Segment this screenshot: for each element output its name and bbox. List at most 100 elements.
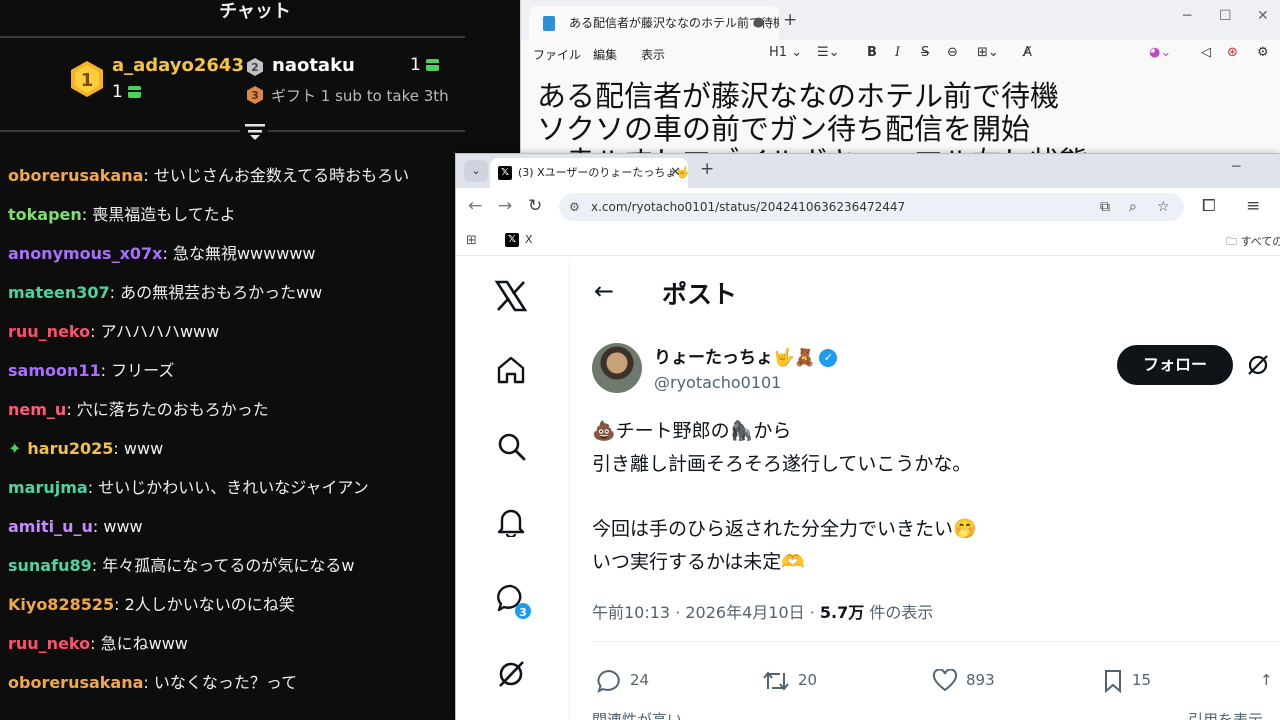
bold-icon[interactable]: B: [867, 45, 877, 60]
minimize-icon[interactable]: ─: [1183, 8, 1191, 24]
chat-message: samoon11: フリーズ: [8, 358, 468, 397]
chat-message: marujma: せいじかわいい、きれいなジャイアン: [8, 475, 468, 514]
messages-icon[interactable]: [496, 583, 526, 613]
chat-username[interactable]: sunafu89: [8, 556, 92, 575]
new-tab-icon[interactable]: +: [700, 159, 714, 179]
notifications-bell-icon[interactable]: [496, 507, 526, 537]
install-app-icon[interactable]: ⧉: [1100, 193, 1110, 221]
extensions-icon[interactable]: ⧠: [1202, 196, 1216, 216]
chat-username[interactable]: Kiyo828525: [8, 595, 114, 614]
tab-close-icon[interactable]: ✕: [670, 158, 681, 188]
chat-username[interactable]: nem_u: [8, 400, 66, 419]
close-icon[interactable]: ✕: [1257, 8, 1269, 24]
chat-text: www: [123, 439, 164, 458]
profile-icon[interactable]: ⊛: [1227, 45, 1238, 60]
chat-message: ruu_neko: 急にねwww: [8, 631, 468, 670]
reply-button[interactable]: 24: [596, 665, 649, 695]
chat-username[interactable]: haru2025: [27, 439, 113, 458]
chat-message: anonymous_x07x: 急な無視wwwwww: [8, 241, 468, 280]
chat-username[interactable]: mateen307: [8, 283, 110, 302]
reply-icon: [597, 669, 620, 693]
bookmark-count: 15: [1132, 671, 1152, 689]
home-icon[interactable]: [496, 355, 526, 385]
follow-button[interactable]: フォロー: [1117, 345, 1233, 385]
tab-search-icon[interactable]: ⌄: [464, 160, 488, 182]
like-button[interactable]: 893: [932, 665, 995, 695]
menu-edit[interactable]: 編集: [593, 46, 617, 63]
notepad-icon: [543, 16, 555, 31]
share-icon[interactable]: ↑: [1260, 665, 1273, 695]
leader-2-name[interactable]: naotaku: [272, 55, 355, 76]
view-label: 件の表示: [864, 603, 934, 622]
chat-message: Kiyo828525: 2人しかいないのにね笑: [8, 592, 468, 631]
chat-username[interactable]: amiti_u_u: [8, 517, 93, 536]
browser-tab-title: (3) Xユーザーのりょーたっちょ🤟🧸さん: [518, 166, 688, 179]
link-icon[interactable]: ⊖: [947, 45, 958, 60]
list-icon[interactable]: ☰⌄: [817, 45, 840, 60]
apps-grid-icon[interactable]: ⊞: [466, 233, 477, 248]
chat-username[interactable]: marujma: [8, 478, 88, 497]
repost-button[interactable]: 20: [762, 665, 817, 695]
clear-format-icon[interactable]: A̸: [1023, 45, 1032, 60]
chat-username[interactable]: oborerusakana: [8, 166, 143, 185]
x-bookmark-icon[interactable]: 𝕏: [505, 233, 519, 247]
sort-replies-label[interactable]: 関連性が高い: [592, 709, 682, 720]
chat-username[interactable]: oborerusakana: [8, 673, 143, 692]
chat-message: oborerusakana: せいじさんお金数えてる時おもろい: [8, 163, 468, 202]
leader-1-count: 1: [112, 82, 142, 102]
avatar[interactable]: [592, 343, 642, 393]
italic-icon[interactable]: I: [895, 45, 900, 60]
search-icon[interactable]: [496, 431, 526, 461]
announce-icon[interactable]: ◁: [1201, 45, 1211, 60]
repost-count: 20: [798, 671, 818, 689]
reading-list-icon[interactable]: ≡: [1246, 196, 1260, 216]
chat-text: 急な無視wwwwww: [172, 244, 316, 263]
user-handle[interactable]: @ryotacho0101: [654, 373, 781, 392]
maximize-icon[interactable]: ☐: [1219, 8, 1232, 24]
reload-icon[interactable]: ↻: [528, 196, 542, 216]
heading-select[interactable]: H1 ⌄: [769, 45, 802, 60]
table-icon[interactable]: ⊞⌄: [977, 45, 999, 60]
new-tab-icon[interactable]: +: [783, 10, 797, 30]
chat-username[interactable]: anonymous_x07x: [8, 244, 162, 263]
grok-icon[interactable]: [496, 659, 526, 689]
all-bookmarks-folder[interactable]: 🗀 すべての: [1226, 233, 1280, 252]
chat-username[interactable]: ruu_neko: [8, 634, 90, 653]
chat-username[interactable]: samoon11: [8, 361, 101, 380]
copilot-icon[interactable]: ◕⌄: [1149, 45, 1171, 60]
menu-view[interactable]: 表示: [641, 46, 665, 63]
bookmark-button[interactable]: 15: [1102, 665, 1151, 695]
chat-colon: :: [66, 400, 77, 419]
settings-gear-icon[interactable]: ⚙: [1257, 45, 1269, 60]
chat-message: oborerusakana: いなくなった？って: [8, 670, 468, 709]
view-quotes-link[interactable]: 引用を表示: [1188, 709, 1263, 720]
gift-icon: [128, 86, 142, 98]
browser-tab[interactable]: 𝕏 (3) Xユーザーのりょーたっちょ🤟🧸さん ✕: [490, 158, 688, 188]
tab-close-icon[interactable]: ●: [753, 6, 764, 40]
editor-line: ある配信者が藤沢ななのホテル前で待機: [537, 79, 1060, 113]
menu-file[interactable]: ファイル: [533, 46, 581, 63]
leader-2-count: 1: [410, 55, 440, 75]
leader-1-name[interactable]: a_adayo2643: [112, 55, 244, 76]
editor-tab[interactable]: ある配信者が藤沢ななのホテル前で待機 ●: [529, 6, 779, 40]
filter-icon[interactable]: [244, 121, 266, 141]
rank-3-number: 3: [251, 89, 259, 102]
forward-icon[interactable]: →: [498, 196, 512, 216]
back-arrow-icon[interactable]: ←: [594, 277, 614, 305]
minimize-icon[interactable]: ─: [1232, 159, 1240, 175]
address-bar[interactable]: ⚙ x.com/ryotacho0101/status/204241063623…: [559, 193, 1184, 221]
grok-explain-icon[interactable]: [1246, 353, 1270, 377]
editor-menubar: ファイル 編集 表示 H1 ⌄ ☰⌄ B I S ⊖ ⊞⌄ A̸ ◕⌄ ◁ ⊛ …: [521, 40, 1280, 68]
chat-username[interactable]: ruu_neko: [8, 322, 90, 341]
zoom-icon[interactable]: ⌕: [1129, 193, 1137, 221]
x-bookmark-label[interactable]: X: [525, 233, 533, 246]
chat-username[interactable]: tokapen: [8, 205, 82, 224]
star-icon[interactable]: ☆: [1157, 193, 1170, 221]
back-icon[interactable]: ←: [468, 196, 482, 216]
display-name[interactable]: りょーたっちょ🤟🧸 ✓: [654, 343, 838, 368]
strikethrough-icon[interactable]: S: [921, 45, 929, 60]
sparkle-badge-icon: ✦: [8, 439, 22, 458]
post-timestamp[interactable]: 午前10:13 · 2026年4月10日 ·: [592, 603, 820, 622]
x-logo-icon[interactable]: [494, 279, 528, 313]
site-info-icon[interactable]: ⚙: [569, 193, 580, 221]
